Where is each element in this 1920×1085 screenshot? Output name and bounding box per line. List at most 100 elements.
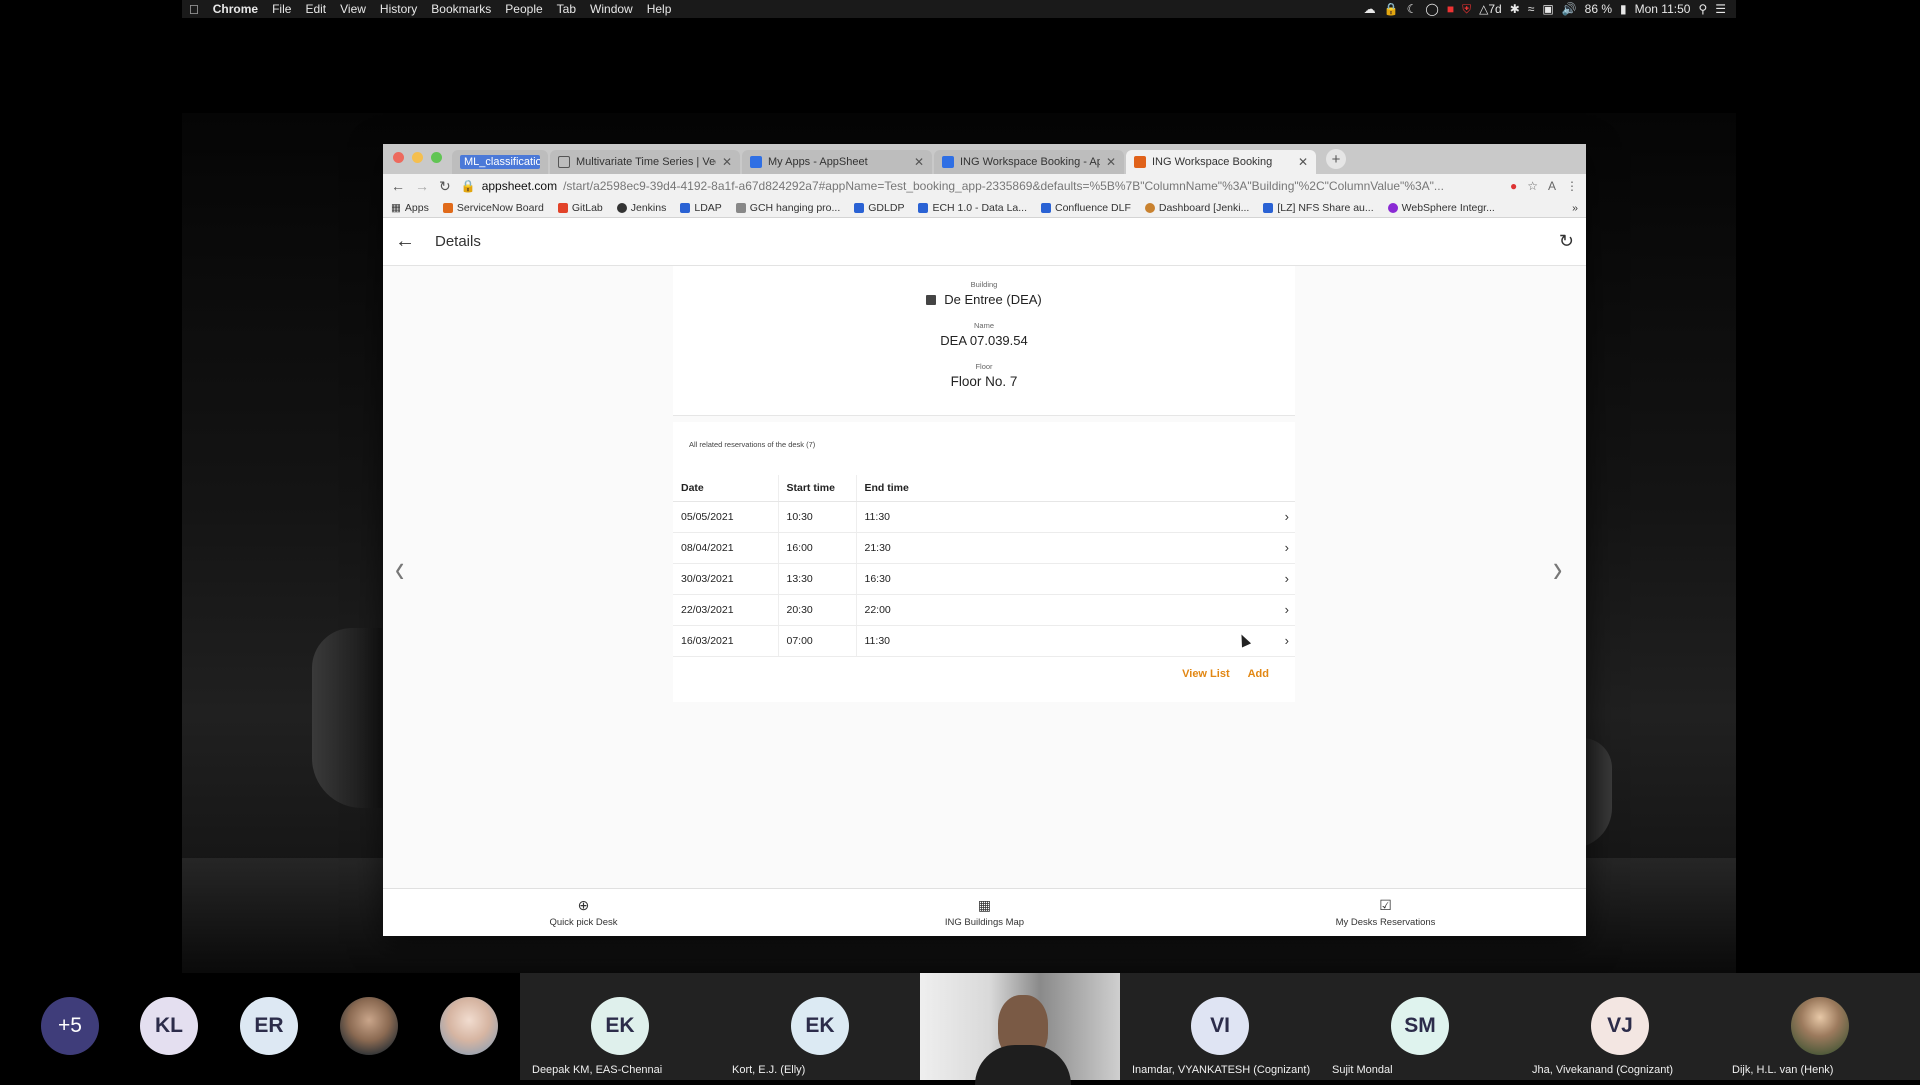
- menu-edit[interactable]: Edit: [298, 2, 333, 16]
- reload-icon[interactable]: ↻: [439, 178, 451, 195]
- bookmark-gch[interactable]: GCH hanging pro...: [735, 202, 840, 214]
- bookmark-servicenow[interactable]: ServiceNow Board: [442, 202, 544, 214]
- circle-icon[interactable]: ◯: [1425, 2, 1438, 16]
- menu-window[interactable]: Window: [583, 2, 640, 16]
- bookmark-ech[interactable]: ECH 1.0 - Data La...: [918, 202, 1027, 214]
- moon-icon[interactable]: ☾: [1407, 2, 1418, 16]
- control-center-icon[interactable]: ☰: [1715, 2, 1726, 16]
- extension-icon[interactable]: ●: [1510, 179, 1517, 193]
- bookmark-nfs-share[interactable]: [LZ] NFS Share au...: [1263, 202, 1374, 214]
- shield-icon[interactable]: ⛨: [1462, 2, 1471, 17]
- table-row[interactable]: 08/04/2021 16:00 21:30 ›: [673, 532, 1295, 564]
- column-header-date[interactable]: Date: [673, 475, 779, 502]
- nav-ing-buildings-map[interactable]: ▦ ING Buildings Map: [784, 889, 1185, 936]
- close-window-button[interactable]: [393, 151, 404, 163]
- cloud-icon[interactable]: ☁: [1364, 2, 1376, 16]
- participant-kort[interactable]: EK Kort, E.J. (Elly): [720, 973, 920, 1080]
- participant-sujit[interactable]: SM Sujit Mondal: [1320, 973, 1520, 1080]
- table-row[interactable]: 30/03/2021 13:30 16:30 ›: [673, 563, 1295, 595]
- address-bar[interactable]: 🔒 appsheet.com/start/a2598ec9-39d4-4192-…: [461, 176, 1500, 196]
- add-button[interactable]: Add: [1248, 668, 1269, 680]
- row-chevron-icon[interactable]: ›: [1181, 563, 1295, 595]
- menu-bookmarks[interactable]: Bookmarks: [424, 2, 498, 16]
- screen-mirror-icon[interactable]: ▣: [1542, 2, 1553, 16]
- lock-icon[interactable]: 🔒: [1384, 2, 1399, 16]
- bookmark-websphere[interactable]: WebSphere Integr...: [1387, 202, 1495, 214]
- participant-er[interactable]: ER: [230, 973, 310, 1080]
- refresh-icon[interactable]: ↻: [1559, 231, 1574, 252]
- tab-ing-workspace-booking[interactable]: ING Workspace Booking ✕: [1126, 150, 1316, 174]
- tab-ml-classification[interactable]: ML_classification: [452, 150, 548, 174]
- tab-multivariate[interactable]: Multivariate Time Series | Vect ✕: [550, 150, 740, 174]
- kebab-menu-icon[interactable]: ⋮: [1566, 179, 1578, 193]
- profile-icon[interactable]: A: [1548, 179, 1556, 193]
- close-tab-icon[interactable]: ✕: [1106, 155, 1116, 169]
- tab-ing-booking-app[interactable]: ING Workspace Booking - App ✕: [934, 150, 1124, 174]
- view-list-button[interactable]: View List: [1182, 668, 1229, 680]
- previous-record-chevron-icon[interactable]: ‹: [395, 547, 404, 592]
- row-chevron-icon[interactable]: ›: [1181, 501, 1295, 533]
- next-record-chevron-icon[interactable]: ›: [1553, 547, 1562, 592]
- cell-start-time: 10:30: [778, 501, 857, 533]
- participant-dijk[interactable]: Dijk, H.L. van (Henk): [1720, 973, 1920, 1080]
- padlock-icon: 🔒: [460, 179, 476, 193]
- menu-people[interactable]: People: [498, 2, 549, 16]
- row-chevron-icon[interactable]: ›: [1181, 532, 1295, 564]
- participant-jha[interactable]: VJ Jha, Vivekanand (Cognizant): [1520, 973, 1720, 1080]
- bookmarks-overflow-icon[interactable]: »: [1572, 202, 1578, 214]
- warning-badge[interactable]: △7d: [1479, 2, 1502, 16]
- cell-start-time: 07:00: [778, 625, 857, 657]
- participant-video-active-speaker[interactable]: [920, 973, 1120, 1085]
- close-tab-icon[interactable]: ✕: [1298, 155, 1308, 169]
- bookmark-jenkins[interactable]: Jenkins: [616, 202, 666, 214]
- close-tab-icon[interactable]: ✕: [914, 155, 924, 169]
- back-arrow-icon[interactable]: ←: [391, 178, 405, 194]
- nav-quick-pick-desk[interactable]: ⊕ Quick pick Desk: [383, 889, 784, 936]
- participant-inamdar[interactable]: VI Inamdar, VYANKATESH (Cognizant): [1120, 973, 1320, 1080]
- volume-icon[interactable]: 🔊: [1562, 2, 1577, 16]
- table-row[interactable]: 22/03/2021 20:30 22:00 ›: [673, 594, 1295, 626]
- apple-menu-icon[interactable]: : [182, 2, 206, 17]
- record-icon[interactable]: ■: [1447, 2, 1454, 16]
- menu-history[interactable]: History: [373, 2, 424, 16]
- bookmark-gdldp[interactable]: GDLDP: [854, 202, 904, 214]
- zoom-window-button[interactable]: [431, 151, 442, 163]
- wifi-icon[interactable]: ≈: [1528, 2, 1535, 16]
- column-header-end-time[interactable]: End time: [856, 475, 1182, 502]
- minimize-window-button[interactable]: [412, 151, 423, 163]
- participant-photo-2[interactable]: [430, 973, 510, 1080]
- nav-my-desks-reservations[interactable]: ☑ My Desks Reservations: [1185, 889, 1586, 936]
- participant-deepak[interactable]: EK Deepak KM, EAS-Chennai: [520, 973, 720, 1080]
- bookmark-star-icon[interactable]: ☆: [1527, 179, 1538, 193]
- tab-my-apps[interactable]: My Apps - AppSheet ✕: [742, 150, 932, 174]
- window-controls: [383, 151, 452, 163]
- participant-kl[interactable]: KL: [130, 973, 210, 1080]
- menu-app-name[interactable]: Chrome: [206, 2, 265, 16]
- menu-file[interactable]: File: [265, 2, 298, 16]
- forward-arrow-icon[interactable]: →: [415, 178, 429, 194]
- participant-photo-1[interactable]: [330, 973, 410, 1080]
- spotlight-search-icon[interactable]: ⚲: [1698, 2, 1707, 16]
- menu-tab[interactable]: Tab: [550, 2, 583, 16]
- new-tab-button[interactable]: +: [1326, 149, 1346, 169]
- participant-overflow[interactable]: +5: [30, 973, 110, 1080]
- bookmark-dashboard-jenkins[interactable]: Dashboard [Jenki...: [1144, 202, 1249, 214]
- ing-favicon-icon: [1134, 156, 1146, 168]
- bookmark-apps[interactable]: ▦ Apps: [391, 202, 429, 214]
- column-header-start-time[interactable]: Start time: [778, 475, 857, 502]
- bluetooth-icon[interactable]: ✱: [1510, 2, 1520, 16]
- clock[interactable]: Mon 11:50: [1635, 2, 1691, 16]
- row-chevron-icon[interactable]: ›: [1181, 594, 1295, 626]
- bookmark-ldap[interactable]: LDAP: [680, 202, 722, 214]
- servicenow-icon: [442, 202, 453, 213]
- table-row[interactable]: 05/05/2021 10:30 11:30 ›: [673, 501, 1295, 533]
- table-row[interactable]: 16/03/2021 07:00 11:30 ›: [673, 625, 1295, 657]
- battery-percent[interactable]: 86 %: [1585, 2, 1612, 16]
- close-tab-icon[interactable]: ✕: [722, 155, 732, 169]
- bookmark-gitlab[interactable]: GitLab: [557, 202, 603, 214]
- bookmark-confluence-dlf[interactable]: Confluence DLF: [1041, 202, 1131, 214]
- menu-help[interactable]: Help: [640, 2, 679, 16]
- menu-view[interactable]: View: [333, 2, 373, 16]
- floor-value: Floor No. 7: [950, 374, 1018, 389]
- back-arrow-icon[interactable]: ←: [395, 230, 425, 253]
